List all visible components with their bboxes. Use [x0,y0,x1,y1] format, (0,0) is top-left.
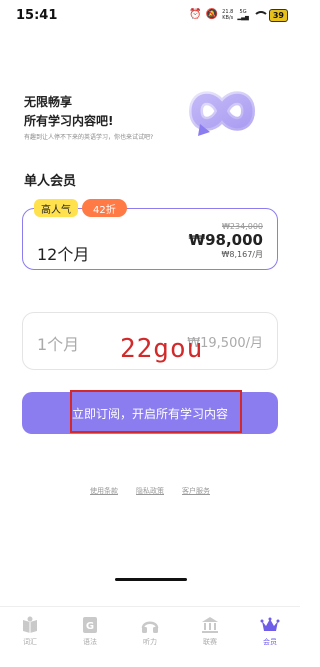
annotation-highlight-box [70,390,242,433]
hero-subtitle: 有趣到让人停不下来的英语学习，你也来试试吧? [24,134,154,141]
status-bar: 15:41 ⏰ 🔕 21.8 KB/s 5G ▂▄▆ 39 [0,0,300,30]
privacy-policy-link[interactable]: 隐私政策 [136,486,164,496]
cellular-signal: 5G ▂▄▆ [237,9,249,21]
status-time: 15:41 [16,7,58,23]
crown-icon [260,617,280,631]
league-icon [202,617,218,633]
bottom-nav: 词汇 G 语法 听力 联赛 会员 [0,606,300,667]
nav-label: 联赛 [203,638,217,646]
home-indicator [115,578,187,581]
mute-icon: 🔕 [205,9,219,20]
nav-item-membership[interactable]: 会员 [240,615,300,647]
nav-item-grammar[interactable]: G 语法 [60,615,120,647]
discount-badge: 42折 [82,199,127,217]
nav-item-listening[interactable]: 听力 [120,615,180,647]
popular-badge: 高人气 [34,199,78,217]
plan-card-12-months[interactable]: 12个月 ₩234,000 ₩98,000 ₩8,167/月 [22,208,278,270]
svg-text:G: G [86,621,94,632]
watermark: 22gou [120,334,204,364]
plan-name: 1个月 [37,335,80,354]
status-icons: ⏰ 🔕 21.8 KB/s 5G ▂▄▆ 39 [189,8,288,22]
nav-label: 会员 [263,638,277,646]
alarm-icon: ⏰ [189,9,202,20]
nav-label: 词汇 [23,638,37,646]
nav-item-vocabulary[interactable]: 词汇 [0,615,60,647]
nav-item-league[interactable]: 联赛 [180,615,240,647]
plan-name: 12个月 [37,245,90,264]
network-speed-unit: KB/s [222,15,234,21]
nav-label: 听力 [143,638,157,646]
hero-title-line2: 所有学习内容吧! [24,114,114,128]
book-icon [23,616,37,633]
battery-indicator: 39 [268,8,288,22]
hero-title: 无限畅享 所有学习内容吧! [24,93,113,131]
plan-price: ₩98,000 [188,231,263,249]
customer-service-link[interactable]: 客户服务 [182,486,210,496]
grammar-g-icon: G [83,617,97,633]
infinity-logo-icon [188,91,256,136]
plan-pricing: ₩234,000 ₩98,000 ₩8,167/月 [189,222,263,261]
nav-label: 语法 [83,638,97,646]
network-speed: 21.8 KB/s [222,9,233,21]
signal-bars-icon: ▂▄▆ [237,15,249,21]
plan-old-price: ₩234,000 [222,222,263,231]
section-title-single-member: 单人会员 [24,174,77,189]
plan-monthly-price: ₩8,167/月 [221,250,263,259]
wifi-icon [252,10,269,20]
hero-title-line1: 无限畅享 [24,95,73,109]
terms-of-use-link[interactable]: 使用条款 [90,486,118,496]
headphones-icon [141,621,159,633]
footer-links: 使用条款 隐私政策 客户服务 [0,486,300,496]
